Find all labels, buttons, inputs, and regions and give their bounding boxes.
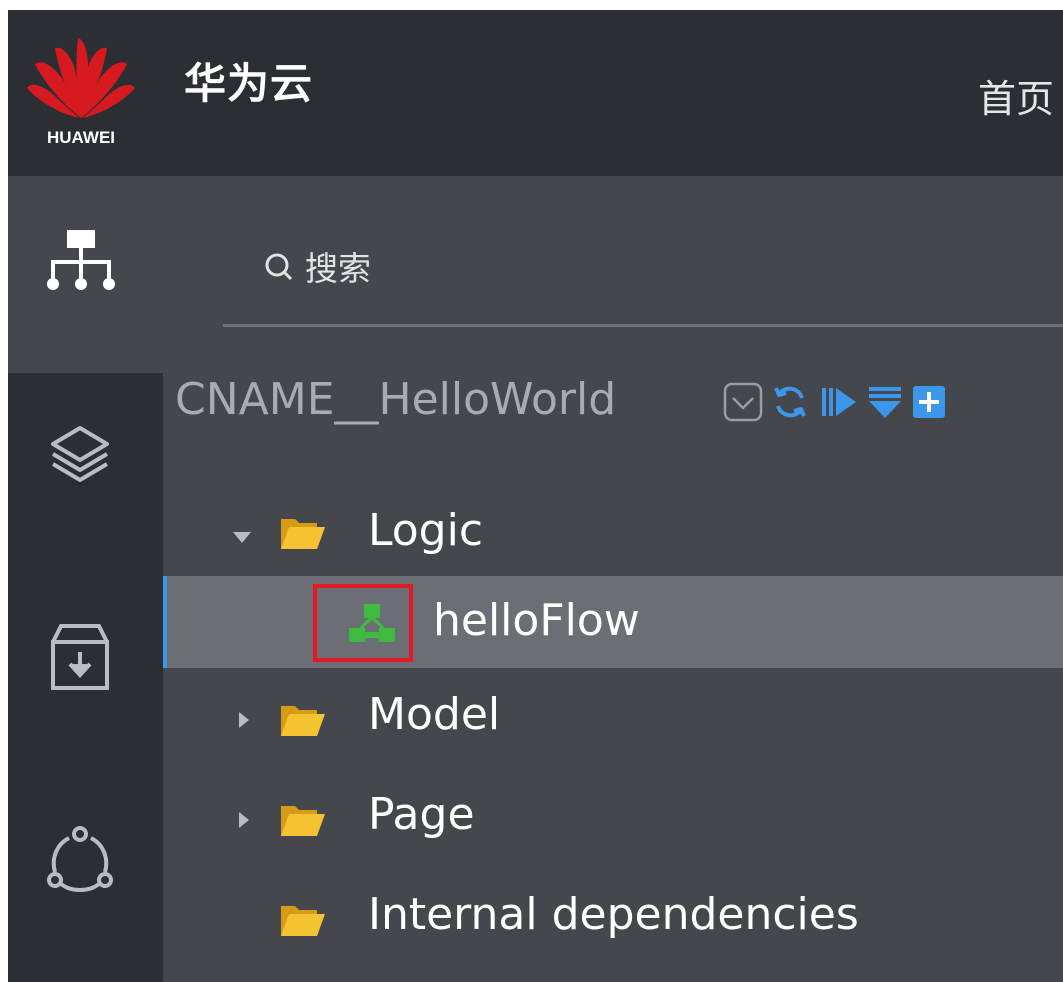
huawei-logo[interactable]: HUAWEI xyxy=(26,26,136,151)
tree-item-page[interactable]: Page xyxy=(163,772,1063,864)
tree-item-model[interactable]: Model xyxy=(163,672,1063,764)
folder-icon xyxy=(281,906,325,936)
tree-item-label: Internal dependencies xyxy=(368,889,859,940)
refresh-icon[interactable] xyxy=(772,384,808,424)
tree-item-helloflow[interactable]: helloFlow xyxy=(163,576,1063,668)
folder-icon xyxy=(281,519,325,549)
project-header: CNAME__HelloWorld xyxy=(175,372,1063,440)
sitemap-icon[interactable] xyxy=(43,228,119,308)
connections-icon[interactable] xyxy=(43,824,117,902)
tree-item-label: helloFlow xyxy=(433,595,640,646)
add-icon[interactable] xyxy=(912,384,946,424)
layers-icon[interactable] xyxy=(47,422,113,492)
expand-arrow-icon[interactable] xyxy=(233,532,251,543)
brand-title[interactable]: 华为云 xyxy=(184,50,313,111)
folder-icon xyxy=(281,706,325,736)
search-input[interactable] xyxy=(305,244,1005,292)
top-bar: HUAWEI 华为云 首页 xyxy=(8,10,1063,176)
tree-item-logic[interactable]: Logic xyxy=(163,486,1063,578)
tree-item-internal-dependencies[interactable]: Internal dependencies xyxy=(163,872,1063,964)
tree-item-label: Model xyxy=(368,689,501,740)
tree-item-label: Page xyxy=(368,789,475,840)
archive-download-icon[interactable] xyxy=(47,622,113,696)
logo-text: HUAWEI xyxy=(47,128,115,147)
huawei-logo-icon xyxy=(27,38,135,118)
left-rail xyxy=(8,176,163,982)
flow-icon xyxy=(349,604,395,642)
selection-indicator xyxy=(163,576,167,668)
search-bar xyxy=(223,230,1063,327)
expand-arrow-icon[interactable] xyxy=(239,712,249,728)
app-window: HUAWEI 华为云 首页 搜索 CNAME__HelloWorld Logic… xyxy=(8,10,1063,982)
chevron-down-icon[interactable] xyxy=(723,382,763,426)
search-icon[interactable] xyxy=(264,252,294,282)
expand-arrow-icon[interactable] xyxy=(239,812,249,828)
project-name[interactable]: CNAME__HelloWorld xyxy=(175,374,616,425)
run-icon[interactable] xyxy=(820,384,858,424)
tree-item-label: Logic xyxy=(368,505,484,556)
nav-home-link[interactable]: 首页 xyxy=(978,68,1054,123)
folder-icon xyxy=(281,806,325,836)
collapse-icon[interactable] xyxy=(867,384,903,424)
